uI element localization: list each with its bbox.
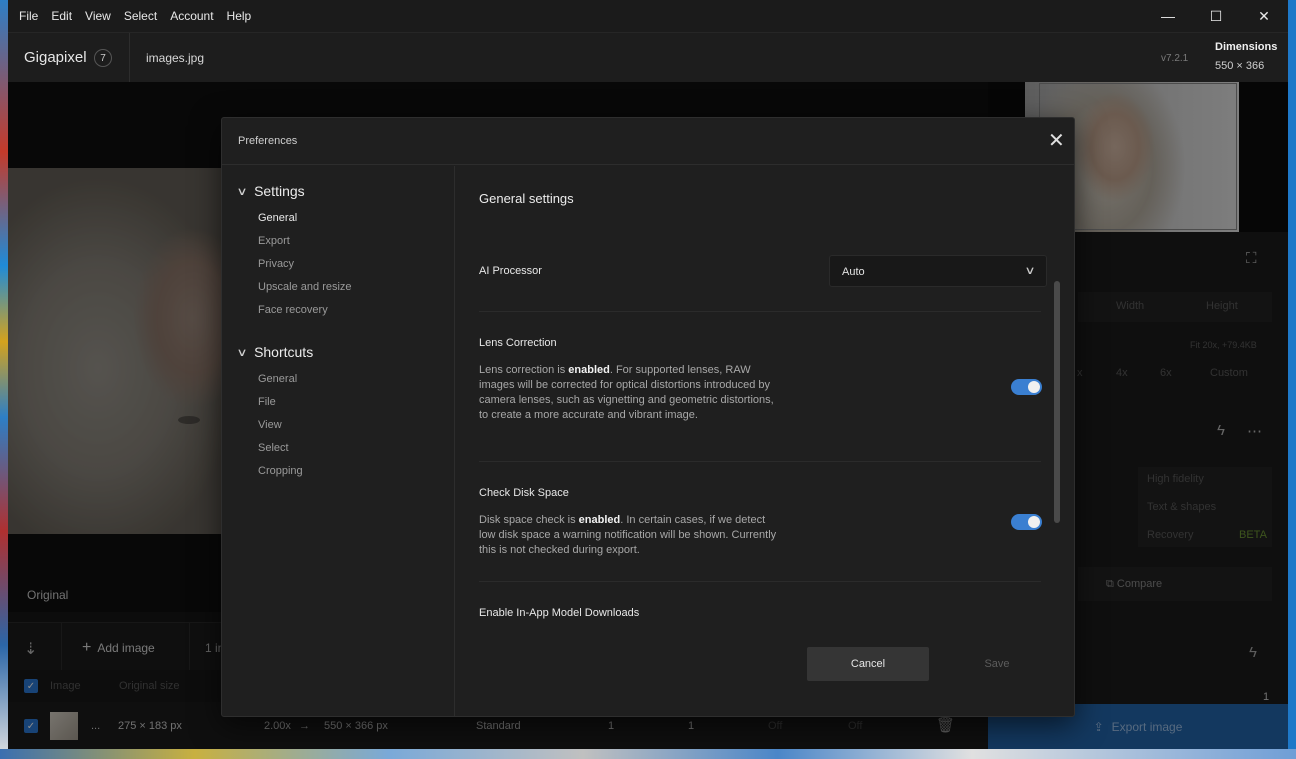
check-disk-space-label: Check Disk Space [479,487,569,499]
version-badge: 7 [94,49,112,67]
chevron-down-icon: ∨ [236,346,248,359]
nav-group-shortcuts[interactable]: ∨ Shortcuts [236,344,314,360]
ai-processor-select[interactable]: Auto ∨ [829,255,1047,287]
menu-select[interactable]: Select [124,9,157,23]
nav-item-privacy[interactable]: Privacy [258,258,294,270]
dialog-header: Preferences ✕ [222,118,1074,165]
preferences-content: General settings AI Processor Auto ∨ Len… [456,166,1074,716]
maximize-button[interactable]: ☐ [1192,0,1240,32]
close-icon[interactable]: ✕ [1048,131,1065,151]
save-button[interactable]: Save [936,647,1058,681]
scrollbar[interactable] [1054,281,1060,523]
nav-shortcuts-label: Shortcuts [254,344,314,360]
ai-processor-label: AI Processor [479,265,542,277]
check-disk-space-toggle[interactable] [1011,514,1042,530]
check-disk-space-description: Disk space check is enabled. In certain … [479,513,779,558]
nav-item-upscale[interactable]: Upscale and resize [258,281,352,293]
window-controls: — ☐ ✕ [1144,0,1288,32]
nav-item-general[interactable]: General [258,212,297,224]
nav-item-shortcut-view[interactable]: View [258,419,282,431]
menu-bar: File Edit View Select Account Help — ☐ ✕ [8,0,1288,32]
toggle-knob [1028,381,1040,393]
section-title: General settings [479,191,574,206]
ai-processor-value: Auto [842,266,865,278]
nav-group-settings[interactable]: ∨ Settings [236,183,305,199]
header-divider [129,33,130,83]
preferences-dialog: Preferences ✕ ∨ Settings General Export … [221,117,1075,717]
dialog-title: Preferences [238,135,298,147]
chevron-down-icon: ∨ [236,185,248,198]
menu-help[interactable]: Help [227,9,252,23]
nav-settings-label: Settings [254,183,305,199]
preferences-nav: ∨ Settings General Export Privacy Upscal… [222,166,455,716]
cancel-button[interactable]: Cancel [807,647,929,681]
dimensions-value: 550 × 366 [1215,60,1265,72]
desktop-background-left [0,0,8,759]
menu-view[interactable]: View [85,9,111,23]
nav-item-shortcut-select[interactable]: Select [258,442,289,454]
lens-correction-label: Lens Correction [479,337,557,349]
lens-correction-description: Lens correction is enabled. For supporte… [479,363,779,423]
lens-correction-toggle[interactable] [1011,379,1042,395]
dimensions-label: Dimensions [1215,41,1278,53]
version-text: v7.2.1 [1161,53,1189,64]
desktop-taskbar-strip [0,749,1296,759]
nav-item-shortcut-cropping[interactable]: Cropping [258,465,303,477]
lens-desc-state: enabled [568,364,610,376]
nav-item-export[interactable]: Export [258,235,290,247]
chevron-down-icon: ∨ [1024,265,1036,277]
toggle-knob [1028,516,1040,528]
disk-desc-state: enabled [578,514,621,526]
model-downloads-label: Enable In-App Model Downloads [479,607,640,619]
divider [479,311,1041,312]
app-name: Gigapixel [24,49,87,66]
minimize-button[interactable]: — [1144,0,1192,32]
nav-item-shortcut-general[interactable]: General [258,373,297,385]
menu-file[interactable]: File [19,9,38,23]
app-header: Gigapixel 7 images.jpg v7.2.1 Dimensions… [8,32,1288,83]
file-name: images.jpg [146,51,205,65]
disk-desc-pre: Disk space check is [479,514,579,526]
gigapixel-window: File Edit View Select Account Help — ☐ ✕… [8,0,1288,749]
divider [479,581,1041,582]
menu-edit[interactable]: Edit [51,9,72,23]
desktop-background-right [1288,0,1296,759]
divider [479,461,1041,462]
nav-item-shortcut-file[interactable]: File [258,396,276,408]
close-window-button[interactable]: ✕ [1240,0,1288,32]
nav-item-face-recovery[interactable]: Face recovery [258,304,328,316]
lens-desc-pre: Lens correction is [479,364,569,376]
menu-account[interactable]: Account [170,9,213,23]
